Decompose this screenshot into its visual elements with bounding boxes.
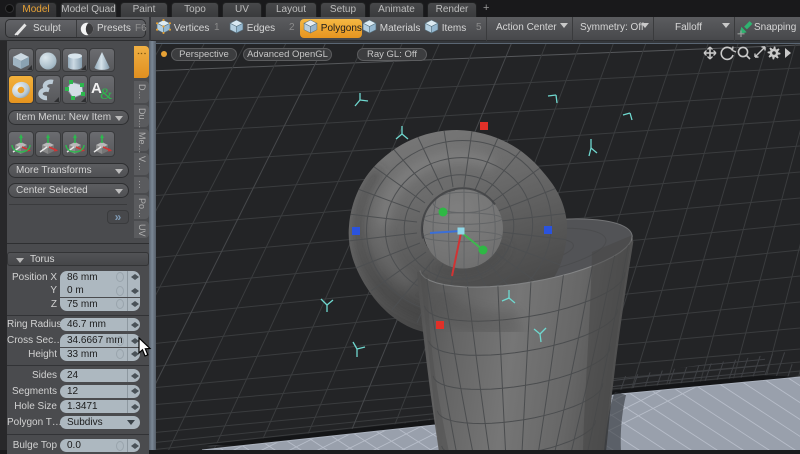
svg-text:&: &	[100, 86, 113, 102]
